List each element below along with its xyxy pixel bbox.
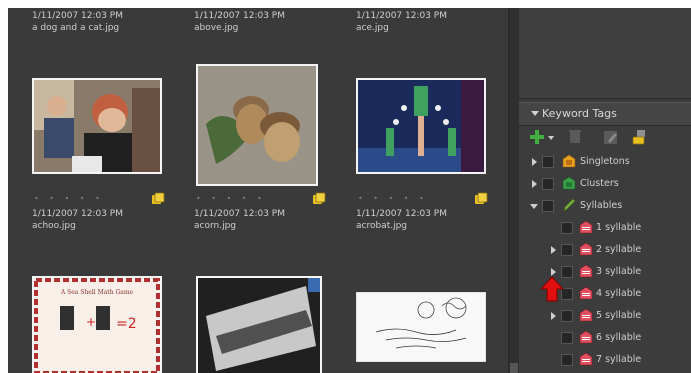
tag-label: 4 syllable	[596, 288, 642, 299]
tag-row-6-syllable[interactable]: 6 syllable	[519, 328, 691, 348]
tag-label: Singletons	[580, 156, 630, 167]
photo-caption: 1/11/2007 12:03 PM achoo.jpg	[32, 208, 123, 232]
photo-filename: acorn.jpg	[194, 221, 237, 231]
tag-icon	[579, 330, 593, 344]
tag-attached-icon[interactable]	[151, 192, 165, 206]
svg-text:+: +	[86, 315, 96, 329]
tag-label: 3 syllable	[596, 266, 642, 277]
photo-caption: 1/11/2007 12:03 PM ace.jpg	[356, 10, 447, 34]
edit-icon[interactable]	[603, 129, 619, 145]
photo-caption: 1/11/2007 12:03 PM acorn.jpg	[194, 208, 285, 232]
expand-triangle-icon[interactable]	[551, 268, 556, 276]
keyword-toolbar	[519, 126, 691, 150]
tag-label: 2 syllable	[596, 244, 642, 255]
panel-title: Keyword Tags	[542, 107, 617, 120]
tag-row-5-syllable[interactable]: 5 syllable	[519, 306, 691, 326]
expand-triangle-icon[interactable]	[551, 246, 556, 254]
chevron-down-icon[interactable]	[548, 136, 554, 140]
panel-top-area	[519, 8, 691, 99]
photo-browser: 1/11/2007 12:03 PM a dog and a cat.jpg 1…	[8, 8, 508, 373]
tag-row-1-syllable[interactable]: 1 syllable	[519, 218, 691, 238]
tag-label: 1 syllable	[596, 222, 642, 233]
keyword-tags-panel: Keyword Tags Singletons Clusters Syllabl…	[519, 8, 691, 373]
photo-thumbnail-acorn[interactable]	[196, 64, 318, 186]
tag-row-clusters[interactable]: Clusters	[519, 174, 691, 194]
tag-icon	[579, 308, 593, 322]
tag-checkbox[interactable]	[542, 200, 554, 212]
photo-filename: ace.jpg	[356, 23, 389, 33]
tag-icon	[579, 220, 593, 234]
photo-filename: a dog and a cat.jpg	[32, 23, 120, 33]
tag-label: 7 syllable	[596, 354, 642, 365]
scrollbar-thumb[interactable]	[510, 363, 518, 373]
photo-caption: 1/11/2007 12:03 PM acrobat.jpg	[356, 208, 447, 232]
rating-stars[interactable]: • • • • •	[358, 194, 428, 203]
category-tag-icon	[562, 176, 576, 190]
photo-date: 1/11/2007 12:03 PM	[32, 11, 123, 21]
svg-text:A Sea Shell Math Game: A Sea Shell Math Game	[60, 289, 134, 296]
tag-checkbox[interactable]	[561, 310, 573, 322]
rating-stars[interactable]: • • • • •	[196, 194, 266, 203]
tag-row-2-syllable[interactable]: 2 syllable	[519, 240, 691, 260]
photo-date: 1/11/2007 12:03 PM	[356, 11, 447, 21]
tag-icon	[579, 242, 593, 256]
pen-tag-icon	[563, 198, 576, 212]
photo-filename: acrobat.jpg	[356, 221, 408, 231]
tag-row-singletons[interactable]: Singletons	[519, 152, 691, 172]
expand-triangle-icon[interactable]	[532, 158, 537, 166]
tag-checkbox[interactable]	[561, 332, 573, 344]
tag-attached-icon[interactable]	[312, 192, 326, 206]
photo-filename: above.jpg	[194, 23, 239, 33]
delete-icon[interactable]	[567, 129, 583, 145]
collapse-triangle-icon[interactable]	[531, 111, 539, 116]
photo-date: 1/11/2007 12:03 PM	[32, 209, 123, 219]
tag-row-7-syllable[interactable]: 7 syllable	[519, 350, 691, 370]
tag-label: Syllables	[580, 200, 623, 211]
expand-triangle-icon[interactable]	[532, 180, 537, 188]
tag-icon	[579, 352, 593, 366]
tag-checkbox[interactable]	[542, 178, 554, 190]
tag-checkbox[interactable]	[561, 244, 573, 256]
photo-thumbnail-card[interactable]: A Sea Shell Math Game + =2	[32, 276, 162, 373]
rating-stars[interactable]: • • • • •	[34, 194, 104, 203]
find-tags-icon[interactable]	[631, 129, 647, 145]
photo-date: 1/11/2007 12:03 PM	[356, 209, 447, 219]
browser-scrollbar[interactable]	[508, 8, 519, 373]
photo-date: 1/11/2007 12:03 PM	[194, 209, 285, 219]
photo-thumbnail-achoo[interactable]	[32, 78, 162, 174]
tag-checkbox[interactable]	[561, 354, 573, 366]
photo-caption: 1/11/2007 12:03 PM a dog and a cat.jpg	[32, 10, 123, 34]
photo-thumbnail-envelope[interactable]	[355, 291, 487, 363]
tag-checkbox[interactable]	[542, 156, 554, 168]
photo-filename: achoo.jpg	[32, 221, 76, 231]
photo-caption: 1/11/2007 12:03 PM above.jpg	[194, 10, 285, 34]
photo-thumbnail-acrobat[interactable]	[356, 78, 486, 174]
new-tag-plus-icon[interactable]	[529, 129, 545, 145]
tag-checkbox[interactable]	[561, 222, 573, 234]
red-up-arrow-icon	[540, 276, 564, 302]
tag-icon	[579, 286, 593, 300]
panel-header[interactable]: Keyword Tags	[519, 102, 691, 126]
collapse-triangle-icon[interactable]	[530, 204, 538, 209]
tag-label: 5 syllable	[596, 310, 642, 321]
photo-thumbnail-typewriter[interactable]	[196, 276, 322, 373]
expand-triangle-icon[interactable]	[551, 312, 556, 320]
tag-label: 6 syllable	[596, 332, 642, 343]
svg-text:=2: =2	[116, 316, 137, 332]
tag-attached-icon[interactable]	[474, 192, 488, 206]
tag-icon	[579, 264, 593, 278]
photo-date: 1/11/2007 12:03 PM	[194, 11, 285, 21]
category-tag-icon	[562, 154, 576, 168]
tag-label: Clusters	[580, 178, 619, 189]
tag-row-syllables[interactable]: Syllables	[519, 196, 691, 216]
